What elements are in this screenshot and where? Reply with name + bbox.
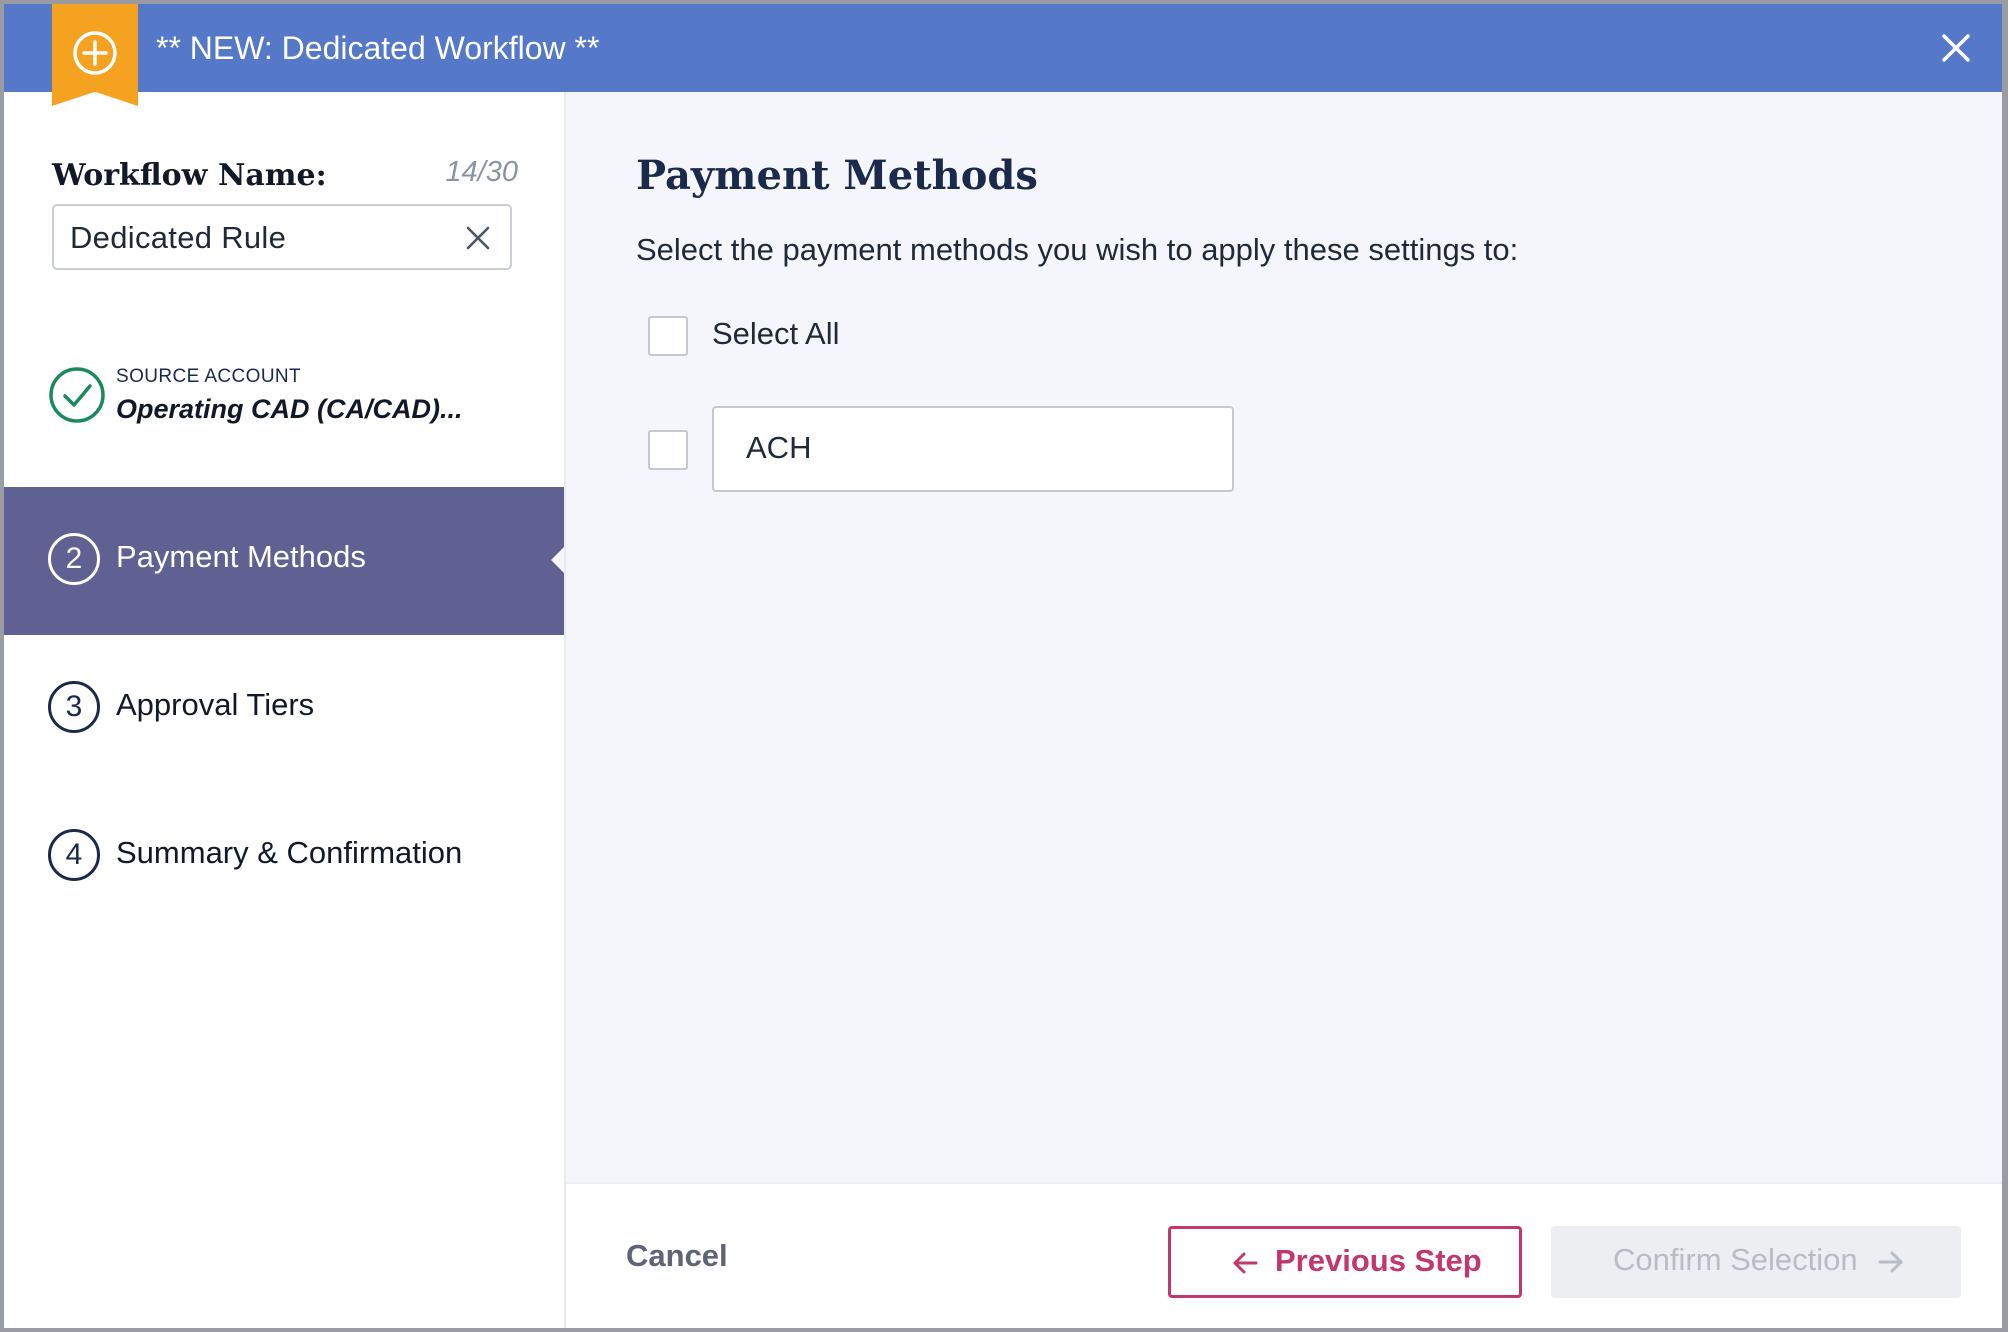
- step-number-badge: 3: [48, 681, 100, 733]
- step-number-badge: 2: [48, 533, 100, 585]
- workflow-modal: ** NEW: Dedicated Workflow ** Workflow N…: [4, 4, 2002, 1328]
- close-icon[interactable]: [1938, 30, 1974, 66]
- plus-circle-icon: [73, 31, 117, 75]
- workflow-name-input[interactable]: Dedicated Rule: [52, 204, 512, 270]
- confirm-selection-label: Confirm Selection: [1613, 1242, 1858, 1277]
- select-all-checkbox[interactable]: [648, 316, 688, 356]
- previous-step-button[interactable]: Previous Step: [1168, 1226, 1522, 1298]
- character-count: 14/30: [445, 156, 518, 188]
- panel-description: Select the payment methods you wish to a…: [636, 232, 1519, 267]
- step-approval-tiers[interactable]: 3 Approval Tiers: [4, 635, 564, 783]
- confirm-selection-button[interactable]: Confirm Selection: [1551, 1226, 1961, 1298]
- ach-checkbox[interactable]: [648, 430, 688, 470]
- payment-method-card-ach[interactable]: ACH: [712, 406, 1234, 492]
- previous-step-label: Previous Step: [1275, 1243, 1482, 1278]
- check-circle-icon: [49, 367, 105, 423]
- payment-method-label: ACH: [746, 430, 812, 465]
- modal-title: ** NEW: Dedicated Workflow **: [156, 30, 600, 66]
- panel-title: Payment Methods: [636, 152, 1038, 199]
- select-all-label[interactable]: Select All: [712, 316, 840, 352]
- step-label: Approval Tiers: [116, 687, 315, 722]
- step-source-account[interactable]: SOURCE ACCOUNT Operating CAD (CA/CAD)...: [4, 362, 564, 472]
- step-label: Summary & Confirmation: [116, 835, 463, 870]
- source-account-label: SOURCE ACCOUNT: [116, 366, 302, 387]
- step-label: Payment Methods: [116, 539, 366, 574]
- new-badge: [52, 4, 138, 106]
- workflow-name-value[interactable]: Dedicated Rule: [70, 220, 286, 256]
- cancel-button[interactable]: Cancel: [626, 1238, 728, 1274]
- clear-input-icon[interactable]: [464, 224, 492, 252]
- step-summary-confirmation[interactable]: 4 Summary & Confirmation: [4, 783, 564, 931]
- modal-header: ** NEW: Dedicated Workflow **: [4, 4, 2002, 106]
- source-account-value: Operating CAD (CA/CAD)...: [116, 394, 463, 424]
- payment-methods-panel: Payment Methods Select the payment metho…: [566, 92, 2002, 1182]
- step-sidebar: Workflow Name: 14/30 Dedicated Rule SOUR…: [4, 92, 566, 1328]
- step-payment-methods[interactable]: 2 Payment Methods: [4, 487, 564, 635]
- workflow-name-label: Workflow Name:: [52, 158, 327, 193]
- modal-footer: Cancel Previous Step Confirm Selection: [566, 1182, 2002, 1328]
- arrow-right-icon: [1878, 1251, 1903, 1273]
- arrow-left-icon: [1233, 1252, 1258, 1274]
- step-number-badge: 4: [48, 829, 100, 881]
